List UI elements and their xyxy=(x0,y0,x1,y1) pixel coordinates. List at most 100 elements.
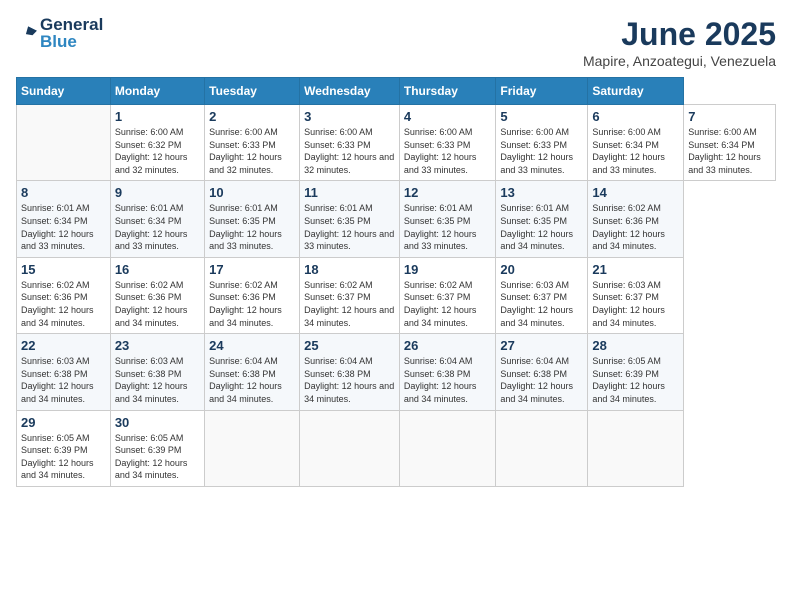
day-header-thursday: Thursday xyxy=(399,78,496,105)
day-info: Sunrise: 6:00 AMSunset: 6:33 PMDaylight:… xyxy=(404,126,492,176)
calendar-cell: 7 Sunrise: 6:00 AMSunset: 6:34 PMDaylight… xyxy=(684,105,776,181)
day-info: Sunrise: 6:04 AMSunset: 6:38 PMDaylight:… xyxy=(500,355,583,405)
day-info: Sunrise: 6:01 AMSunset: 6:35 PMDaylight:… xyxy=(304,202,395,252)
day-info: Sunrise: 6:01 AMSunset: 6:35 PMDaylight:… xyxy=(209,202,295,252)
calendar-week-row: 22 Sunrise: 6:03 AMSunset: 6:38 PMDayligh… xyxy=(17,334,776,410)
calendar-week-row: 29 Sunrise: 6:05 AMSunset: 6:39 PMDayligh… xyxy=(17,410,776,486)
day-number: 4 xyxy=(404,109,492,124)
day-info: Sunrise: 6:01 AMSunset: 6:34 PMDaylight:… xyxy=(115,202,200,252)
day-header-sunday: Sunday xyxy=(17,78,111,105)
day-number: 9 xyxy=(115,185,200,200)
day-number: 27 xyxy=(500,338,583,353)
day-number: 15 xyxy=(21,262,106,277)
day-info: Sunrise: 6:02 AMSunset: 6:36 PMDaylight:… xyxy=(209,279,295,329)
logo-blue-text: Blue xyxy=(40,33,103,50)
day-info: Sunrise: 6:00 AMSunset: 6:33 PMDaylight:… xyxy=(500,126,583,176)
day-number: 21 xyxy=(592,262,679,277)
day-info: Sunrise: 6:05 AMSunset: 6:39 PMDaylight:… xyxy=(592,355,679,405)
month-title: June 2025 xyxy=(583,16,776,53)
day-number: 3 xyxy=(304,109,395,124)
calendar-cell: 10Sunrise: 6:01 AMSunset: 6:35 PMDayligh… xyxy=(205,181,300,257)
day-number: 5 xyxy=(500,109,583,124)
calendar-cell xyxy=(399,410,496,486)
day-info: Sunrise: 6:02 AMSunset: 6:36 PMDaylight:… xyxy=(21,279,106,329)
calendar-cell: 22 Sunrise: 6:03 AMSunset: 6:38 PMDayligh… xyxy=(17,334,111,410)
day-info: Sunrise: 6:00 AMSunset: 6:34 PMDaylight:… xyxy=(592,126,679,176)
day-info: Sunrise: 6:03 AMSunset: 6:38 PMDaylight:… xyxy=(21,355,106,405)
calendar-week-row: 1Sunrise: 6:00 AMSunset: 6:32 PMDaylight… xyxy=(17,105,776,181)
location-text: Mapire, Anzoategui, Venezuela xyxy=(583,53,776,69)
day-info: Sunrise: 6:02 AMSunset: 6:36 PMDaylight:… xyxy=(115,279,200,329)
day-info: Sunrise: 6:01 AMSunset: 6:35 PMDaylight:… xyxy=(500,202,583,252)
day-number: 7 xyxy=(688,109,771,124)
calendar-table: SundayMondayTuesdayWednesdayThursdayFrid… xyxy=(16,77,776,487)
day-info: Sunrise: 6:03 AMSunset: 6:37 PMDaylight:… xyxy=(500,279,583,329)
calendar-cell: 3Sunrise: 6:00 AMSunset: 6:33 PMDaylight… xyxy=(300,105,400,181)
day-info: Sunrise: 6:04 AMSunset: 6:38 PMDaylight:… xyxy=(304,355,395,405)
calendar-cell: 11 Sunrise: 6:01 AMSunset: 6:35 PMDayligh… xyxy=(300,181,400,257)
calendar-cell xyxy=(17,105,111,181)
logo: General Blue xyxy=(16,16,103,50)
day-number: 8 xyxy=(21,185,106,200)
calendar-cell: 4 Sunrise: 6:00 AMSunset: 6:33 PMDaylight… xyxy=(399,105,496,181)
day-info: Sunrise: 6:04 AMSunset: 6:38 PMDaylight:… xyxy=(209,355,295,405)
day-info: Sunrise: 6:00 AMSunset: 6:34 PMDaylight:… xyxy=(688,126,771,176)
day-info: Sunrise: 6:01 AMSunset: 6:35 PMDaylight:… xyxy=(404,202,492,252)
day-number: 26 xyxy=(404,338,492,353)
calendar-cell: 15 Sunrise: 6:02 AMSunset: 6:36 PMDayligh… xyxy=(17,257,111,333)
calendar-cell: 17 Sunrise: 6:02 AMSunset: 6:36 PMDayligh… xyxy=(205,257,300,333)
day-number: 20 xyxy=(500,262,583,277)
calendar-cell: 16 Sunrise: 6:02 AMSunset: 6:36 PMDayligh… xyxy=(110,257,204,333)
day-info: Sunrise: 6:04 AMSunset: 6:38 PMDaylight:… xyxy=(404,355,492,405)
day-info: Sunrise: 6:02 AMSunset: 6:37 PMDaylight:… xyxy=(304,279,395,329)
calendar-cell: 26 Sunrise: 6:04 AMSunset: 6:38 PMDayligh… xyxy=(399,334,496,410)
day-number: 25 xyxy=(304,338,395,353)
calendar-cell: 19Sunrise: 6:02 AMSunset: 6:37 PMDayligh… xyxy=(399,257,496,333)
day-number: 11 xyxy=(304,185,395,200)
day-number: 29 xyxy=(21,415,106,430)
calendar-week-row: 15 Sunrise: 6:02 AMSunset: 6:36 PMDayligh… xyxy=(17,257,776,333)
day-info: Sunrise: 6:01 AMSunset: 6:34 PMDaylight:… xyxy=(21,202,106,252)
day-number: 12 xyxy=(404,185,492,200)
day-info: Sunrise: 6:00 AMSunset: 6:32 PMDaylight:… xyxy=(115,126,200,176)
day-header-saturday: Saturday xyxy=(588,78,684,105)
calendar-cell xyxy=(496,410,588,486)
calendar-cell: 28Sunrise: 6:05 AMSunset: 6:39 PMDayligh… xyxy=(588,334,684,410)
calendar-cell: 14Sunrise: 6:02 AMSunset: 6:36 PMDayligh… xyxy=(588,181,684,257)
calendar-cell: 6Sunrise: 6:00 AMSunset: 6:34 PMDaylight… xyxy=(588,105,684,181)
calendar-header-row: SundayMondayTuesdayWednesdayThursdayFrid… xyxy=(17,78,776,105)
day-number: 18 xyxy=(304,262,395,277)
logo-icon xyxy=(16,22,38,44)
calendar-cell: 8 Sunrise: 6:01 AMSunset: 6:34 PMDaylight… xyxy=(17,181,111,257)
calendar-cell: 27 Sunrise: 6:04 AMSunset: 6:38 PMDayligh… xyxy=(496,334,588,410)
calendar-cell: 18 Sunrise: 6:02 AMSunset: 6:37 PMDayligh… xyxy=(300,257,400,333)
title-area: June 2025 Mapire, Anzoategui, Venezuela xyxy=(583,16,776,69)
day-info: Sunrise: 6:03 AMSunset: 6:37 PMDaylight:… xyxy=(592,279,679,329)
calendar-cell: 21 Sunrise: 6:03 AMSunset: 6:37 PMDayligh… xyxy=(588,257,684,333)
day-number: 14 xyxy=(592,185,679,200)
calendar-cell: 9 Sunrise: 6:01 AMSunset: 6:34 PMDaylight… xyxy=(110,181,204,257)
calendar-cell: 29Sunrise: 6:05 AMSunset: 6:39 PMDayligh… xyxy=(17,410,111,486)
calendar-cell: 12 Sunrise: 6:01 AMSunset: 6:35 PMDayligh… xyxy=(399,181,496,257)
day-header-monday: Monday xyxy=(110,78,204,105)
calendar-week-row: 8 Sunrise: 6:01 AMSunset: 6:34 PMDaylight… xyxy=(17,181,776,257)
calendar-cell: 25 Sunrise: 6:04 AMSunset: 6:38 PMDayligh… xyxy=(300,334,400,410)
day-header-wednesday: Wednesday xyxy=(300,78,400,105)
day-number: 2 xyxy=(209,109,295,124)
day-number: 22 xyxy=(21,338,106,353)
day-number: 16 xyxy=(115,262,200,277)
day-info: Sunrise: 6:00 AMSunset: 6:33 PMDaylight:… xyxy=(209,126,295,176)
page-header: General Blue June 2025 Mapire, Anzoategu… xyxy=(16,16,776,69)
calendar-cell: 1Sunrise: 6:00 AMSunset: 6:32 PMDaylight… xyxy=(110,105,204,181)
day-number: 17 xyxy=(209,262,295,277)
day-number: 30 xyxy=(115,415,200,430)
day-header-friday: Friday xyxy=(496,78,588,105)
calendar-cell xyxy=(205,410,300,486)
calendar-cell: 13 Sunrise: 6:01 AMSunset: 6:35 PMDayligh… xyxy=(496,181,588,257)
calendar-cell: 5 Sunrise: 6:00 AMSunset: 6:33 PMDaylight… xyxy=(496,105,588,181)
day-info: Sunrise: 6:05 AMSunset: 6:39 PMDaylight:… xyxy=(115,432,200,482)
day-number: 13 xyxy=(500,185,583,200)
calendar-cell: 2 Sunrise: 6:00 AMSunset: 6:33 PMDaylight… xyxy=(205,105,300,181)
calendar-cell xyxy=(300,410,400,486)
calendar-cell: 20 Sunrise: 6:03 AMSunset: 6:37 PMDayligh… xyxy=(496,257,588,333)
